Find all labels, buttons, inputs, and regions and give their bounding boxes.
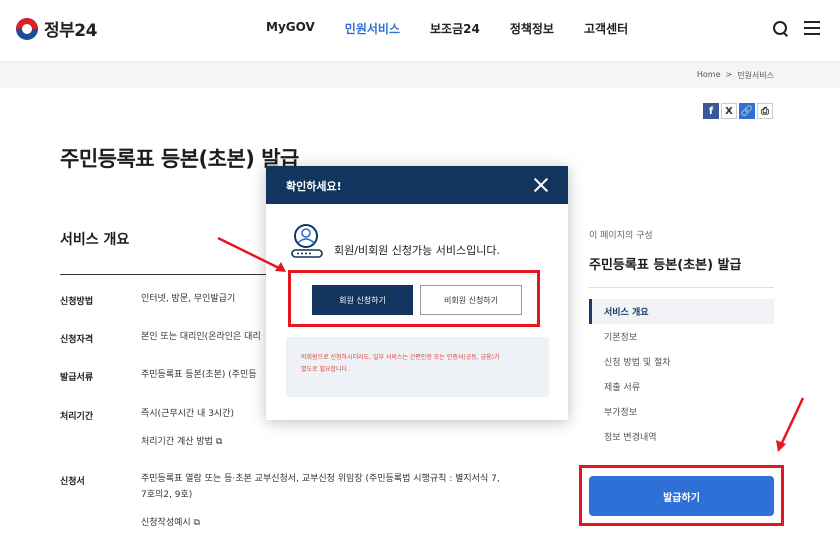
row-label-documents: 발급서류 — [60, 373, 94, 383]
processing-time-calc-link[interactable]: 처리기간 계산 방법 ⧉ — [141, 434, 222, 447]
row-value-application-form-cont: 7호의2, 9호) — [141, 490, 193, 500]
nav-item-mygov[interactable]: MyGOV — [266, 20, 315, 37]
site-header: 정부24 MyGOV 민원서비스 보조금24 정책정보 고객센터 — [0, 0, 840, 62]
search-icon[interactable] — [772, 20, 788, 36]
header-icons — [772, 20, 820, 36]
nav-item-subsidy24[interactable]: 보조금24 — [430, 20, 480, 37]
toc-title: 주민등록표 등본(초본) 발급 — [589, 258, 742, 273]
logo-text: 정부24 — [44, 21, 97, 41]
toc-item-extra-info[interactable]: 부가정보 — [589, 399, 774, 424]
taegeuk-logo-icon — [16, 17, 38, 40]
toc-caption: 이 페이지의 구성 — [589, 231, 653, 241]
page-title: 주민등록표 등본(초본) 발급 — [60, 147, 299, 171]
nav-item-policy-info[interactable]: 정책정보 — [510, 20, 554, 37]
nav-item-customer-center[interactable]: 고객센터 — [584, 20, 628, 37]
link-copy-icon[interactable]: 🔗 — [739, 103, 755, 119]
row-value-processing-time: 즉시(근무시간 내 3시간) — [141, 409, 234, 419]
row-label-eligibility: 신청자격 — [60, 335, 94, 345]
highlight-box-issue-button — [579, 465, 784, 526]
row-value-eligibility: 본인 또는 대리인(온라인은 대리 — [141, 332, 261, 342]
close-icon[interactable] — [532, 176, 550, 194]
modal-header: 확인하세요! — [266, 166, 568, 204]
toc-item-basic-info[interactable]: 기본정보 — [589, 324, 774, 349]
row-value-method: 인터넷, 방문, 무인발급기 — [141, 294, 236, 304]
notice-line-1: 비회원으로 신청하시더라도, 일부 서비스는 간편인증 또는 인증서(공동, 금… — [301, 354, 500, 361]
application-example-link[interactable]: 신청작성예시 ⧉ — [141, 515, 200, 528]
breadcrumb-bar: Home > 민원서비스 — [0, 62, 840, 88]
modal-title: 확인하세요! — [286, 180, 342, 193]
red-arrow-icon — [217, 236, 286, 272]
member-person-icon — [291, 224, 323, 258]
row-value-documents: 주민등록표 등본(초본) (주민등 — [141, 370, 257, 380]
x-twitter-icon[interactable]: X — [721, 103, 737, 119]
hamburger-menu-icon[interactable] — [804, 21, 820, 35]
toc-item-documents[interactable]: 제출 서류 — [589, 374, 774, 399]
row-value-application-form: 주민등록표 열람 또는 등·초본 교부신청서, 교부신청 위임장 (주민등록법 … — [141, 474, 500, 484]
gov24-logo[interactable]: 정부24 — [16, 16, 97, 41]
red-arrow-icon — [776, 397, 805, 452]
toc-item-overview[interactable]: 서비스 개요 — [589, 299, 774, 324]
notice-line-2: 별도로 필요합니다. — [301, 366, 349, 373]
facebook-icon[interactable]: f — [703, 103, 719, 119]
toc-item-change-history[interactable]: 정보 변경내역 — [589, 424, 774, 449]
breadcrumb-home[interactable]: Home — [697, 70, 721, 81]
breadcrumb: Home > 민원서비스 — [697, 70, 774, 81]
row-label-processing-time: 처리기간 — [60, 412, 94, 422]
toc-list: 서비스 개요 기본정보 신청 방법 및 절차 제출 서류 부가정보 정보 변경내… — [589, 299, 774, 449]
modal-message: 회원/비회원 신청가능 서비스입니다. — [334, 244, 500, 257]
breadcrumb-current[interactable]: 민원서비스 — [737, 70, 774, 81]
share-buttons: f X 🔗 ⎙ — [703, 103, 773, 119]
modal-notice: 비회원으로 신청하시더라도, 일부 서비스는 간편인증 또는 인증서(공동, 금… — [286, 337, 549, 397]
row-label-application-form: 신청서 — [60, 477, 85, 487]
print-icon[interactable]: ⎙ — [757, 103, 773, 119]
toc-item-procedure[interactable]: 신청 방법 및 절차 — [589, 349, 774, 374]
breadcrumb-separator: > — [725, 70, 733, 79]
row-label-method: 신청방법 — [60, 297, 94, 307]
section-title-overview: 서비스 개요 — [60, 232, 130, 248]
main-nav: MyGOV 민원서비스 보조금24 정책정보 고객센터 — [266, 20, 628, 37]
nav-item-civil-service[interactable]: 민원서비스 — [345, 20, 400, 37]
toc-divider — [589, 287, 774, 288]
highlight-box-modal-buttons — [288, 270, 540, 327]
